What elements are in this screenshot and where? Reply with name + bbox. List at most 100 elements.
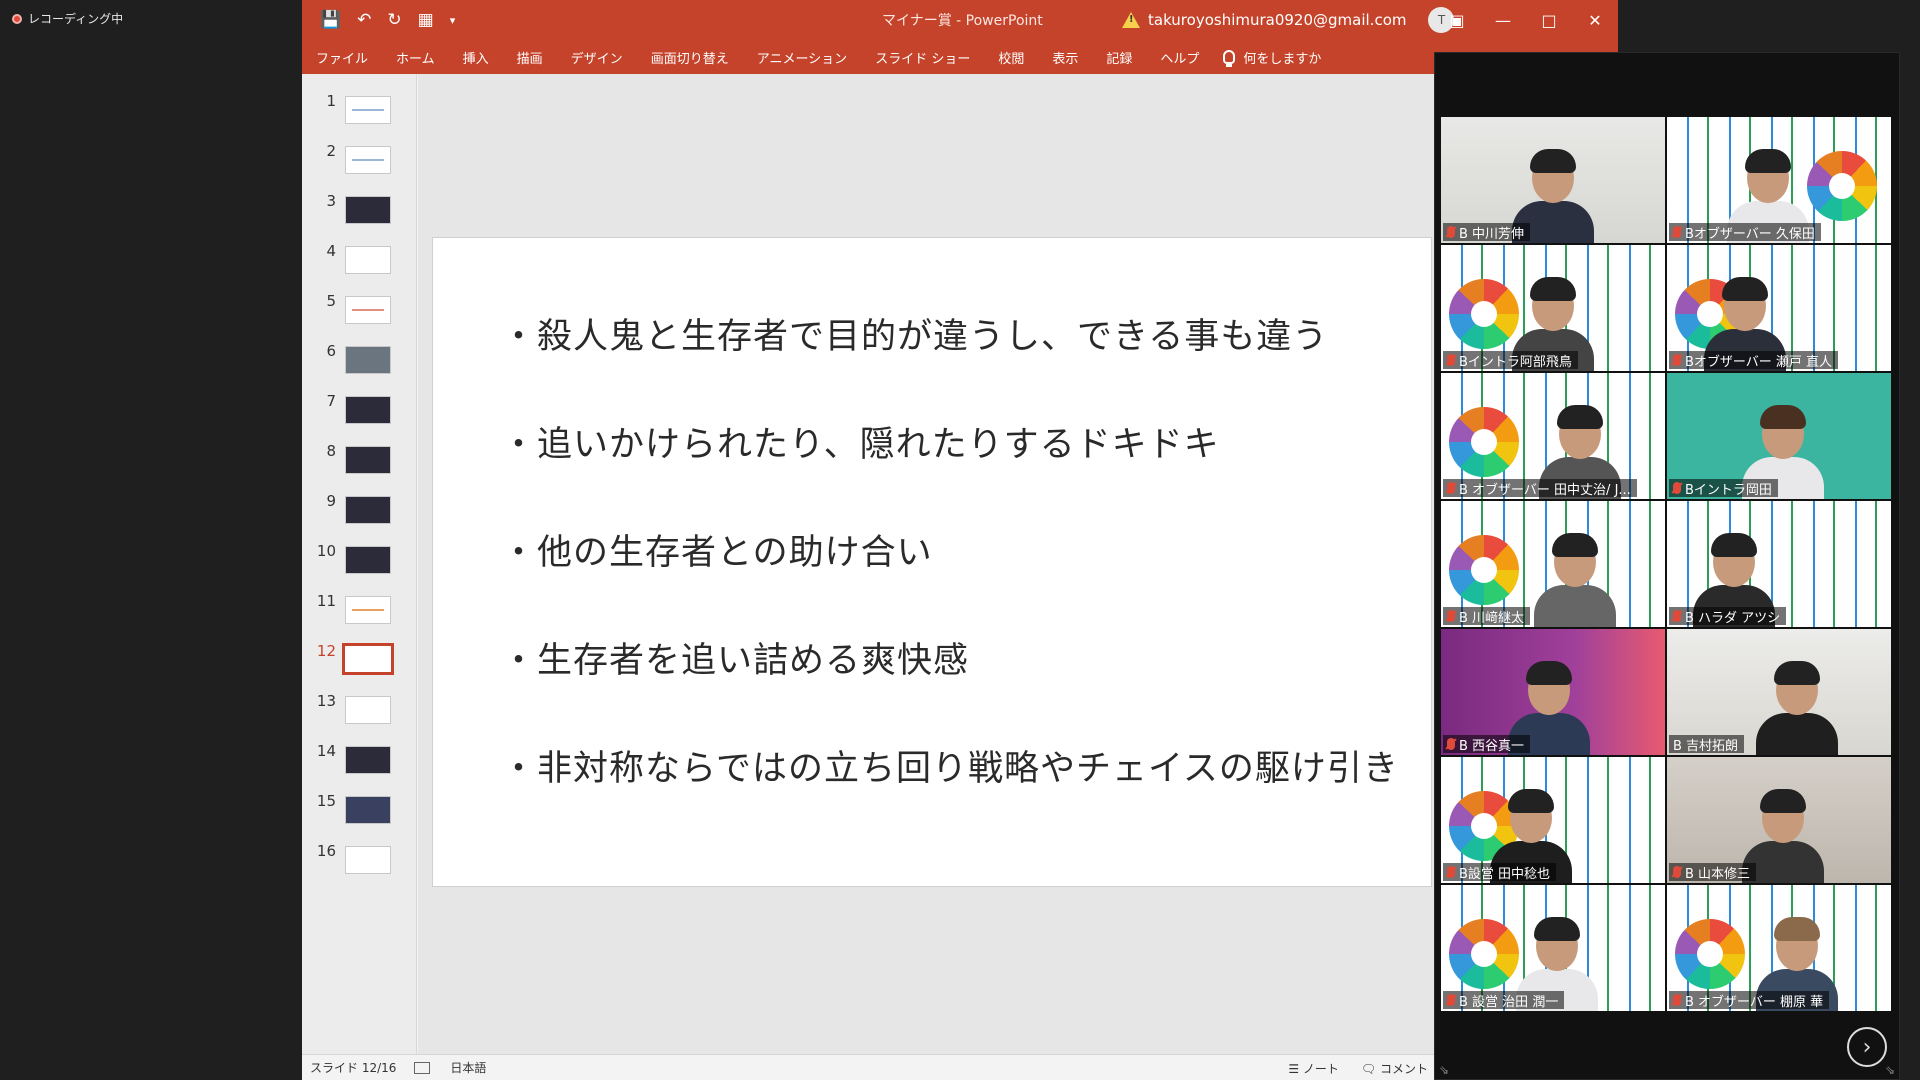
thumbnail-number: 4 (326, 242, 336, 260)
slide-indicator: スライド 12/16 (310, 1061, 397, 1075)
participant-name: B 川﨑継太 (1443, 607, 1531, 625)
thumbnail-image (345, 796, 391, 824)
maximize-button[interactable]: □ (1526, 0, 1572, 40)
mic-muted-icon (1447, 354, 1455, 366)
present-icon[interactable]: ▦ (418, 10, 434, 30)
slide-thumbnail[interactable]: 13 (302, 688, 417, 738)
slide-thumbnail-selected[interactable]: 12 (302, 638, 417, 688)
participant-label: Bオブザーバー 瀬戸 直人 (1685, 354, 1833, 370)
participant-name: Bオブザーバー 久保田 (1669, 223, 1821, 241)
participant-name: B 中川芳伸 (1443, 223, 1531, 241)
comments-button[interactable]: 🗨 コメント (1361, 1060, 1428, 1077)
tell-me-box[interactable]: 何をしますか (1223, 48, 1321, 67)
close-button[interactable]: ✕ (1572, 0, 1618, 40)
mic-muted-icon (1673, 354, 1681, 366)
accessibility-icon[interactable] (414, 1061, 431, 1074)
slide-thumbnail[interactable]: 15 (302, 788, 417, 838)
participant-tile[interactable]: B 設営 治田 潤一 (1441, 885, 1665, 1011)
participant-label: B オブザーバー 田中丈治/ J... (1459, 482, 1631, 498)
participant-tile[interactable]: B オブザーバー 田中丈治/ J... (1441, 373, 1665, 499)
participant-label: Bオブザーバー 久保田 (1685, 226, 1815, 242)
thumbnail-image (342, 643, 394, 675)
comments-label: コメント (1379, 1061, 1428, 1076)
quick-access-toolbar: 💾 ↶ ↻ ▦ ▾ (320, 0, 455, 40)
participant-label: B オブザーバー 棚原 華 (1685, 994, 1824, 1010)
redo-icon[interactable]: ↻ (387, 10, 401, 30)
participant-tile[interactable]: B 中川芳伸 (1441, 117, 1665, 243)
participant-tile[interactable]: B 西谷真一 (1441, 629, 1665, 755)
participant-name: Bオブザーバー 瀬戸 直人 (1669, 351, 1839, 370)
participant-name: B 西谷真一 (1443, 735, 1531, 753)
slide-thumbnail[interactable]: 2 (302, 138, 417, 188)
tab-home[interactable]: ホーム (382, 40, 449, 74)
participant-label: Bイントラ阿部飛鳥 (1459, 354, 1572, 370)
next-page-button[interactable]: › (1847, 1027, 1887, 1067)
thumbnail-image (345, 746, 391, 774)
tab-help[interactable]: ヘルプ (1146, 40, 1213, 74)
current-slide[interactable]: ・殺人鬼と生存者で目的が違うし、できる事も違う ・追いかけられたり、隠れたりする… (432, 237, 1432, 887)
slide-thumbnail[interactable]: 3 (302, 188, 417, 238)
minimize-button[interactable]: — (1480, 0, 1526, 40)
thumbnail-image (345, 446, 391, 474)
participant-label: B 設営 治田 潤一 (1459, 994, 1559, 1010)
slide-thumbnail[interactable]: 6 (302, 338, 417, 388)
tab-design[interactable]: デザイン (557, 40, 637, 74)
slide-bullet[interactable]: ・非対称ならではの立ち回り戦略やチェイスの駆け引き (501, 740, 1399, 791)
participant-tile[interactable]: Bイントラ岡田 (1667, 373, 1891, 499)
tab-review[interactable]: 校閲 (984, 40, 1038, 74)
participant-tile[interactable]: B設営 田中稔也 (1441, 757, 1665, 883)
participant-tile[interactable]: Bオブザーバー 瀬戸 直人 (1667, 245, 1891, 371)
slide-thumbnail[interactable]: 5 (302, 288, 417, 338)
thumbnail-image (345, 596, 391, 624)
participant-tile[interactable]: Bオブザーバー 久保田 (1667, 117, 1891, 243)
slide-bullet[interactable]: ・殺人鬼と生存者で目的が違うし、できる事も違う (501, 308, 1328, 359)
customize-qat-icon[interactable]: ▾ (450, 14, 456, 27)
slide-thumbnail[interactable]: 9 (302, 488, 417, 538)
slide-bullet[interactable]: ・他の生存者との助け合い (501, 524, 933, 575)
participant-tile[interactable]: B ハラダ アツシ (1667, 501, 1891, 627)
slide-thumbnail[interactable]: 11 (302, 588, 417, 638)
thumbnail-number: 2 (326, 142, 336, 160)
thumbnail-number: 7 (326, 392, 336, 410)
resize-handle-icon[interactable]: ⇘ (1439, 1063, 1449, 1077)
tab-slideshow[interactable]: スライド ショー (861, 40, 984, 74)
thumbnail-number: 10 (316, 542, 336, 560)
save-icon[interactable]: 💾 (320, 10, 341, 30)
language-indicator[interactable]: 日本語 (450, 1059, 486, 1076)
slide-thumbnail[interactable]: 14 (302, 738, 417, 788)
tab-transitions[interactable]: 画面切り替え (637, 40, 743, 74)
slide-thumbnail[interactable]: 1 (302, 88, 417, 138)
tab-animations[interactable]: アニメーション (743, 40, 861, 74)
participant-label: B 吉村拓朗 (1673, 738, 1739, 754)
ribbon-display-icon[interactable]: ▣ (1434, 0, 1480, 40)
tab-file[interactable]: ファイル (302, 40, 382, 74)
tab-record[interactable]: 記録 (1092, 40, 1146, 74)
notes-button[interactable]: ☰ ノート (1288, 1060, 1339, 1077)
participant-name: B ハラダ アツシ (1669, 607, 1787, 625)
slide-thumbnail[interactable]: 4 (302, 238, 417, 288)
slide-bullet[interactable]: ・生存者を追い詰める爽快感 (501, 632, 969, 683)
slide-thumbnail[interactable]: 16 (302, 838, 417, 888)
participant-tile[interactable]: B 山本修三 (1667, 757, 1891, 883)
account-area[interactable]: takuroyoshimura0920@gmail.com T (1122, 0, 1455, 40)
slide-thumbnail[interactable]: 7 (302, 388, 417, 438)
tab-draw[interactable]: 描画 (503, 40, 557, 74)
slide-thumbnails-pane[interactable]: 1 2 3 4 5 6 7 8 9 10 11 12 13 14 15 16 (302, 74, 417, 1054)
participant-tile-active-speaker[interactable]: B 吉村拓朗 (1667, 629, 1891, 755)
account-email[interactable]: takuroyoshimura0920@gmail.com (1148, 11, 1406, 29)
participant-name: Bイントラ阿部飛鳥 (1443, 351, 1578, 369)
participant-tile[interactable]: B オブザーバー 棚原 華 (1667, 885, 1891, 1011)
slide-bullet[interactable]: ・追いかけられたり、隠れたりするドキドキ (501, 416, 1220, 467)
powerpoint-window: 💾 ↶ ↻ ▦ ▾ マイナー賞 - PowerPoint takuroyoshi… (302, 0, 1618, 1080)
participant-label: B設営 田中稔也 (1459, 866, 1551, 882)
resize-handle-icon[interactable]: ⇘ (1885, 1063, 1895, 1077)
thumbnail-number: 1 (326, 92, 336, 110)
slide-thumbnail[interactable]: 8 (302, 438, 417, 488)
thumbnail-number: 13 (316, 692, 336, 710)
participant-tile[interactable]: B 川﨑継太 (1441, 501, 1665, 627)
tab-insert[interactable]: 挿入 (449, 40, 503, 74)
participant-tile[interactable]: Bイントラ阿部飛鳥 (1441, 245, 1665, 371)
slide-thumbnail[interactable]: 10 (302, 538, 417, 588)
undo-icon[interactable]: ↶ (357, 10, 371, 30)
tab-view[interactable]: 表示 (1038, 40, 1092, 74)
